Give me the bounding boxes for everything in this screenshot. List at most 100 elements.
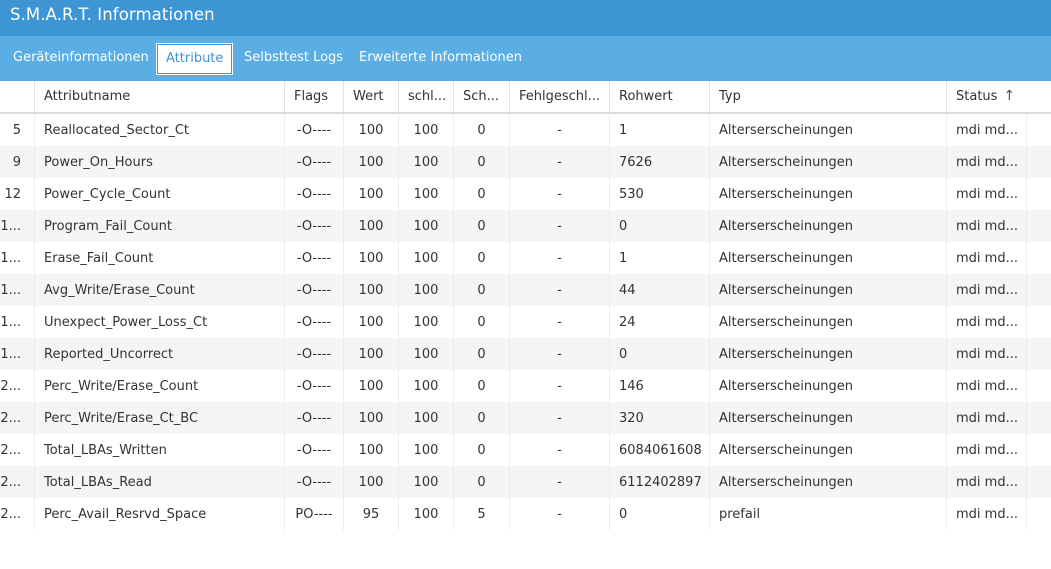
cell-attributname: Avg_Write/Erase_Count <box>35 274 285 306</box>
cell-typ: Alterserscheinungen <box>710 210 947 242</box>
title-bar: S.M.A.R.T. Informationen <box>0 0 1051 36</box>
cell-id: 1... <box>0 306 35 338</box>
cell-typ: Alterserscheinungen <box>710 306 947 338</box>
cell-fehlgeschlagen: - <box>510 306 610 338</box>
column-header-rohwert[interactable]: Rohwert <box>610 81 710 112</box>
cell-attributname: Power_On_Hours <box>35 146 285 178</box>
cell-wert: 100 <box>344 146 399 178</box>
cell-status: mdi md... <box>947 402 1027 434</box>
cell-id: 2... <box>0 370 35 402</box>
cell-wert: 100 <box>344 370 399 402</box>
column-header-id[interactable] <box>0 81 35 112</box>
cell-schlechtester: 100 <box>399 370 454 402</box>
cell-fehlgeschlagen: - <box>510 242 610 274</box>
cell-flags: -O---- <box>285 242 344 274</box>
cell-typ: Alterserscheinungen <box>710 466 947 498</box>
cell-schwellwert: 0 <box>454 114 510 146</box>
cell-fehlgeschlagen: - <box>510 466 610 498</box>
cell-attributname: Perc_Write/Erase_Count <box>35 370 285 402</box>
cell-schlechtester: 100 <box>399 210 454 242</box>
tab-geraeteinformationen[interactable]: Geräteinformationen <box>5 44 157 74</box>
cell-wert: 95 <box>344 498 399 530</box>
cell-id: 1... <box>0 210 35 242</box>
column-header-status-label: Status <box>956 89 998 104</box>
cell-rohwert: 0 <box>610 498 710 530</box>
cell-attributname: Erase_Fail_Count <box>35 242 285 274</box>
cell-fehlgeschlagen: - <box>510 370 610 402</box>
cell-fehlgeschlagen: - <box>510 114 610 146</box>
column-header-typ[interactable]: Typ <box>710 81 947 112</box>
table-row[interactable]: 12 Power_Cycle_Count -O---- 100 100 0-530 Alte… <box>0 178 1051 210</box>
column-header-fehlgeschlagen[interactable]: Fehlgeschl... <box>510 81 610 112</box>
cell-schlechtester: 100 <box>399 402 454 434</box>
cell-id: 1... <box>0 274 35 306</box>
cell-attributname: Reported_Uncorrect <box>35 338 285 370</box>
cell-status: mdi md... <box>947 338 1027 370</box>
cell-typ: Alterserscheinungen <box>710 114 947 146</box>
table-body: 5 Reallocated_Sector_Ct -O---- 100 100 0-1 Alt… <box>0 114 1051 530</box>
table-row[interactable]: 2... Total_LBAs_Written -O---- 100 100 0-6084… <box>0 434 1051 466</box>
cell-id: 1... <box>0 242 35 274</box>
cell-fehlgeschlagen: - <box>510 402 610 434</box>
column-header-attributname[interactable]: Attributname <box>35 81 285 112</box>
cell-attributname: Program_Fail_Count <box>35 210 285 242</box>
cell-status: mdi md... <box>947 178 1027 210</box>
tab-erweiterte-informationen[interactable]: Erweiterte Informationen <box>351 44 530 74</box>
cell-id: 9 <box>0 146 35 178</box>
cell-fehlgeschlagen: - <box>510 498 610 530</box>
window-title: S.M.A.R.T. Informationen <box>10 5 215 24</box>
table-row[interactable]: 2... Perc_Write/Erase_Ct_BC -O---- 100 100 0-… <box>0 402 1051 434</box>
cell-flags: -O---- <box>285 370 344 402</box>
cell-wert: 100 <box>344 114 399 146</box>
cell-wert: 100 <box>344 242 399 274</box>
column-header-flags[interactable]: Flags <box>285 81 344 112</box>
cell-rohwert: 530 <box>610 178 710 210</box>
cell-attributname: Total_LBAs_Written <box>35 434 285 466</box>
cell-schlechtester: 100 <box>399 338 454 370</box>
column-header-status[interactable]: Status ↑ <box>947 81 1051 112</box>
table-row[interactable]: 1... Avg_Write/Erase_Count -O---- 100 100 0-4… <box>0 274 1051 306</box>
cell-flags: -O---- <box>285 146 344 178</box>
cell-schwellwert: 0 <box>454 338 510 370</box>
cell-schlechtester: 100 <box>399 146 454 178</box>
table-row[interactable]: 5 Reallocated_Sector_Ct -O---- 100 100 0-1 Alt… <box>0 114 1051 146</box>
cell-wert: 100 <box>344 274 399 306</box>
cell-wert: 100 <box>344 434 399 466</box>
cell-rohwert: 0 <box>610 210 710 242</box>
tab-attribute[interactable]: Attribute <box>157 44 233 74</box>
cell-schlechtester: 100 <box>399 434 454 466</box>
cell-typ: prefail <box>710 498 947 530</box>
cell-flags: -O---- <box>285 434 344 466</box>
cell-typ: Alterserscheinungen <box>710 274 947 306</box>
cell-rohwert: 1 <box>610 242 710 274</box>
cell-rohwert: 24 <box>610 306 710 338</box>
cell-typ: Alterserscheinungen <box>710 434 947 466</box>
cell-id: 2... <box>0 498 35 530</box>
cell-typ: Alterserscheinungen <box>710 178 947 210</box>
cell-typ: Alterserscheinungen <box>710 402 947 434</box>
column-header-wert[interactable]: Wert <box>344 81 399 112</box>
table-row[interactable]: 1... Reported_Uncorrect -O---- 100 100 0-0 Alt… <box>0 338 1051 370</box>
cell-rohwert: 44 <box>610 274 710 306</box>
cell-schwellwert: 0 <box>454 242 510 274</box>
table-row[interactable]: 9 Power_On_Hours -O---- 100 100 0-7626 Alterse… <box>0 146 1051 178</box>
cell-schwellwert: 0 <box>454 178 510 210</box>
table-row[interactable]: 2... Perc_Avail_Resrvd_Space PO---- 95 100 5-… <box>0 498 1051 530</box>
table-row[interactable]: 1... Program_Fail_Count -O---- 100 100 0-0 Alt… <box>0 210 1051 242</box>
table-row[interactable]: 1... Unexpect_Power_Loss_Ct -O---- 100 100 0-… <box>0 306 1051 338</box>
column-header-schlechtester[interactable]: schl... <box>399 81 454 112</box>
cell-schwellwert: 0 <box>454 306 510 338</box>
tab-bar: Geräteinformationen Attribute Selbsttest… <box>0 36 1051 81</box>
cell-schwellwert: 0 <box>454 466 510 498</box>
table-row[interactable]: 2... Perc_Write/Erase_Count -O---- 100 100 0-… <box>0 370 1051 402</box>
tab-selbsttest-logs[interactable]: Selbsttest Logs <box>236 44 351 74</box>
cell-rohwert: 7626 <box>610 146 710 178</box>
table-row[interactable]: 2... Total_LBAs_Read -O---- 100 100 0-6112402… <box>0 466 1051 498</box>
cell-rohwert: 6084061608 <box>610 434 710 466</box>
cell-wert: 100 <box>344 402 399 434</box>
table-row[interactable]: 1... Erase_Fail_Count -O---- 100 100 0-1 Alter… <box>0 242 1051 274</box>
cell-rohwert: 320 <box>610 402 710 434</box>
cell-schlechtester: 100 <box>399 274 454 306</box>
column-header-schwellwert[interactable]: Sch... <box>454 81 510 112</box>
cell-fehlgeschlagen: - <box>510 178 610 210</box>
